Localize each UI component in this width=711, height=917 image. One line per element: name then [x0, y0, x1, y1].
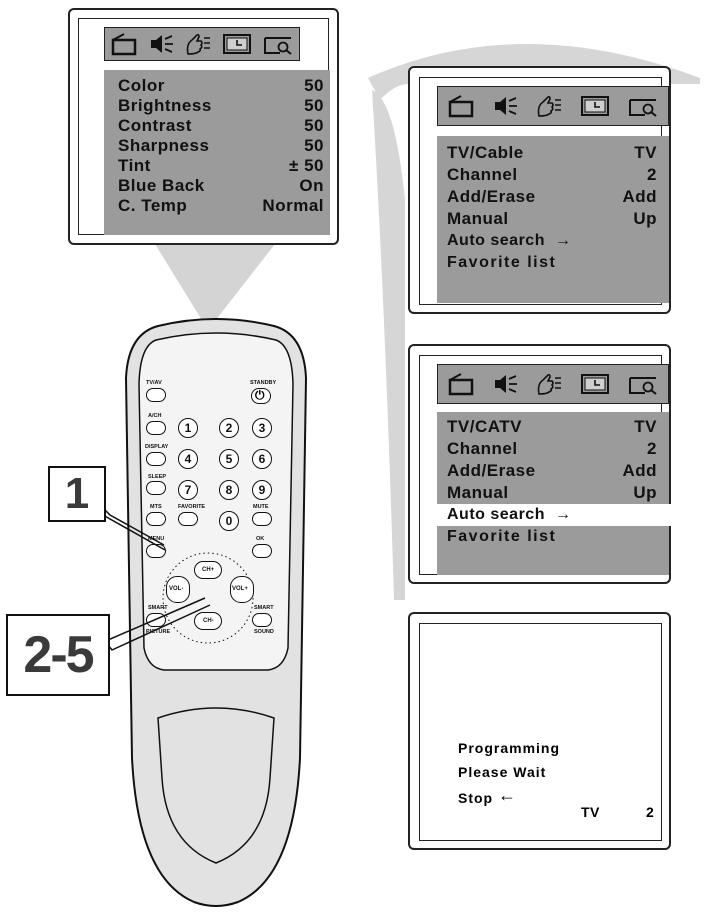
step-1-callout: 1	[48, 466, 106, 522]
step-2-5-callout: 2-5	[6, 614, 110, 696]
callout-leaders	[98, 487, 211, 651]
